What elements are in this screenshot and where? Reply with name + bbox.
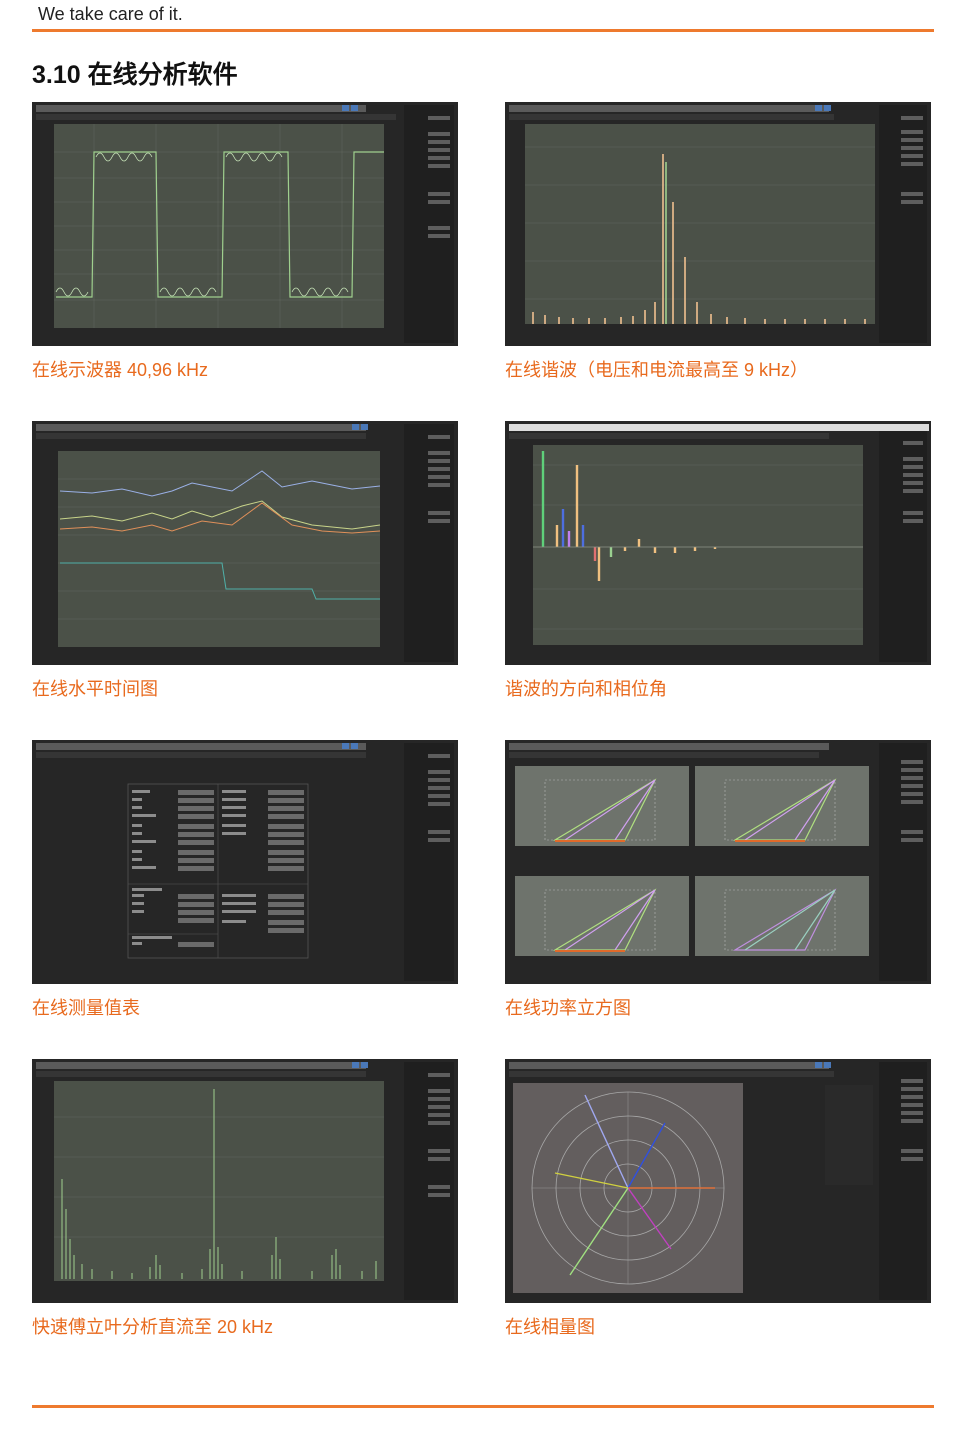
header-rule [32,29,934,32]
phasor-screenshot [505,1059,931,1303]
time-trend-screenshot [32,421,458,665]
harmonic-direction-screenshot [505,421,931,665]
tagline: We take care of it. [38,4,183,24]
figure-caption: 在线水平时间图 [32,679,158,699]
figure-caption: 在线示波器 40,96 kHz [32,360,209,380]
oscilloscope-screenshot [32,102,458,346]
fft-screenshot [32,1059,458,1303]
measurement-table-screenshot [32,740,458,984]
figure-caption: 在线谐波（电压和电流最高至 9 kHz） [505,360,809,380]
harmonics-bar-screenshot [505,102,931,346]
footer-rule [32,1405,934,1408]
figure-caption: 谐波的方向和相位角 [505,679,667,699]
figure-caption: 在线测量值表 [32,998,140,1018]
figure-caption: 在线功率立方图 [505,998,631,1018]
figure-caption: 在线相量图 [505,1317,595,1337]
figure-caption: 快速傅立叶分析直流至 20 kHz [32,1317,274,1337]
section-title: 3.10 在线分析软件 [32,61,238,89]
power-cube-screenshot [505,740,931,984]
